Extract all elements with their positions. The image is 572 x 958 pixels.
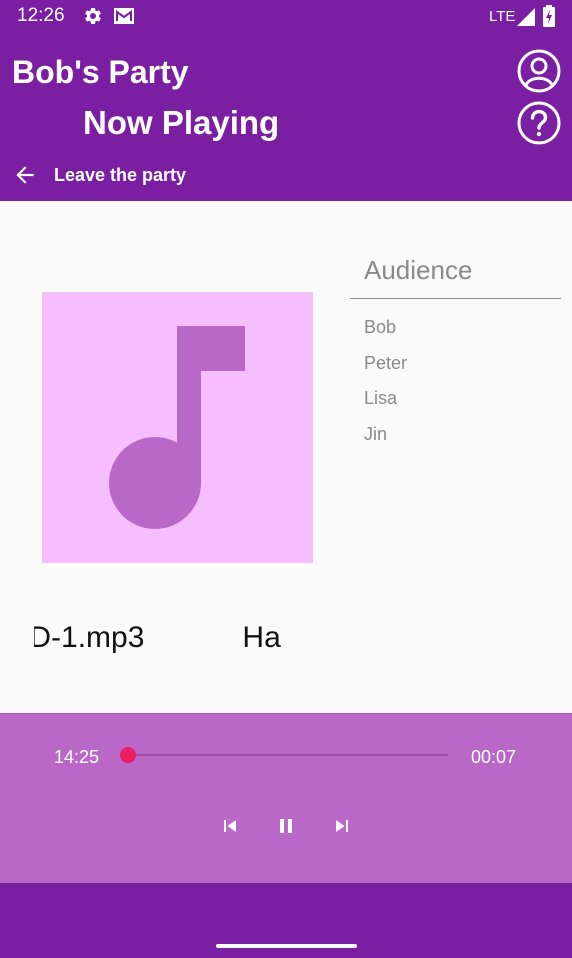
- party-title: Bob's Party: [12, 54, 189, 90]
- system-nav-bar: [0, 883, 572, 958]
- track-title-part: Ha: [242, 621, 281, 654]
- status-time: 12:26: [17, 5, 65, 26]
- status-bar: 12:26 LTE: [0, 0, 572, 34]
- seek-bar-thumb[interactable]: [120, 747, 136, 763]
- audience-member: Peter: [364, 352, 408, 373]
- skip-previous-icon[interactable]: [218, 814, 242, 838]
- leave-party-button[interactable]: Leave the party: [12, 160, 186, 190]
- now-playing-heading: Now Playing: [83, 104, 280, 141]
- settings-gear-icon: [85, 7, 101, 24]
- skip-next-icon[interactable]: [330, 814, 354, 838]
- audience-heading: Audience: [350, 255, 561, 299]
- track-title-part: o_D-1.mp3: [34, 621, 145, 654]
- audience-member: Lisa: [364, 388, 398, 408]
- music-note-icon: [109, 326, 245, 529]
- audience-panel: Audience Bob Peter Lisa Jin: [350, 255, 561, 459]
- album-artwork: [42, 292, 313, 563]
- app-bar: Bob's Party Now Playing Leave the party: [0, 34, 572, 201]
- elapsed-time: 14:25: [54, 747, 100, 767]
- pause-icon[interactable]: [274, 814, 298, 838]
- account-circle-icon[interactable]: [516, 48, 562, 94]
- back-arrow-icon: [16, 166, 34, 184]
- player-controls: 14:25 00:07: [0, 713, 572, 883]
- track-title: o_D-1.mp3 Ha: [34, 621, 281, 655]
- remaining-time: 00:07: [471, 747, 517, 767]
- home-gesture-handle[interactable]: [216, 944, 357, 948]
- audience-member: Bob: [364, 317, 397, 337]
- track-title-marquee: o_D-1.mp3 Ha: [34, 621, 332, 667]
- leave-party-label: Leave the party: [54, 164, 187, 185]
- network-type: LTE: [489, 8, 516, 25]
- help-circle-icon[interactable]: [516, 100, 562, 146]
- seek-bar[interactable]: [120, 747, 448, 763]
- signal-icon: [517, 8, 535, 26]
- gmail-icon: [114, 8, 134, 24]
- audience-member: Jin: [364, 423, 388, 444]
- battery-charging-icon: [543, 5, 555, 27]
- audience-list: Bob Peter Lisa Jin: [350, 317, 561, 459]
